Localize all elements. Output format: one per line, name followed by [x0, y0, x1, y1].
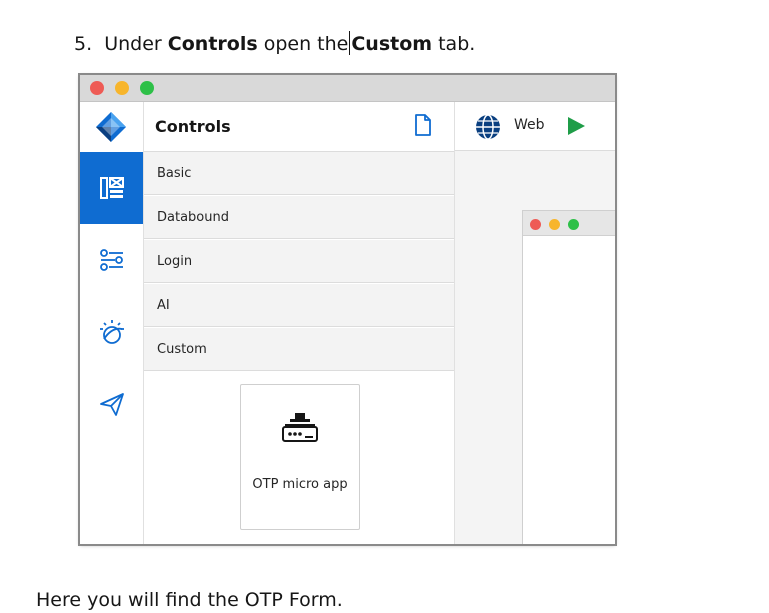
components-icon	[99, 177, 124, 199]
controls-panel: Controls Basic Databound Login AI Custom…	[144, 102, 455, 544]
instruction-step: 5. Under Controls open the Custom tab.	[74, 31, 475, 57]
play-icon[interactable]	[566, 116, 586, 136]
new-file-icon[interactable]	[412, 113, 434, 137]
step-number: 5.	[74, 33, 93, 55]
rail-publish-button[interactable]	[80, 368, 143, 440]
preview-device-window	[522, 210, 615, 544]
footer-text: Here you will find the OTP Form.	[36, 589, 343, 611]
step-bold-controls: Controls	[167, 33, 258, 55]
controls-title: Controls	[155, 117, 231, 136]
preview-window-titlebar	[523, 211, 615, 236]
left-rail	[80, 102, 144, 544]
rail-components-button[interactable]	[80, 152, 143, 224]
send-icon	[99, 393, 124, 416]
app-window-screenshot: Controls Basic Databound Login AI Custom…	[80, 75, 615, 544]
target-web-label[interactable]: Web	[514, 117, 545, 133]
preview-canvas: Web	[455, 102, 615, 544]
category-basic[interactable]: Basic	[144, 152, 454, 195]
minimize-window-button[interactable]	[115, 81, 129, 95]
maximize-window-button[interactable]	[140, 81, 154, 95]
ai-watson-icon	[99, 320, 124, 344]
preview-toolbar: Web	[455, 102, 615, 151]
window-titlebar	[80, 75, 615, 102]
otp-micro-app-card[interactable]: OTP micro app	[240, 384, 360, 530]
otp-device-icon	[282, 413, 318, 442]
preview-minimize-dot	[549, 219, 560, 230]
rail-ai-button[interactable]	[80, 296, 143, 368]
step-text-1: Under	[104, 33, 162, 55]
step-text-3: tab.	[438, 33, 476, 55]
close-window-button[interactable]	[90, 81, 104, 95]
category-ai[interactable]: AI	[144, 284, 454, 327]
category-login[interactable]: Login	[144, 240, 454, 283]
card-label: OTP micro app	[252, 477, 348, 492]
step-bold-custom: Custom	[351, 33, 433, 55]
app-logo-icon	[96, 112, 126, 142]
preview-maximize-dot	[568, 219, 579, 230]
category-custom[interactable]: Custom	[144, 328, 454, 371]
rail-settings-button[interactable]	[80, 224, 143, 296]
globe-icon[interactable]	[474, 113, 502, 141]
preview-close-dot	[530, 219, 541, 230]
settings-sliders-icon	[99, 249, 123, 271]
controls-header: Controls	[144, 102, 454, 152]
category-databound[interactable]: Databound	[144, 196, 454, 239]
step-text-2: open the	[263, 33, 349, 55]
